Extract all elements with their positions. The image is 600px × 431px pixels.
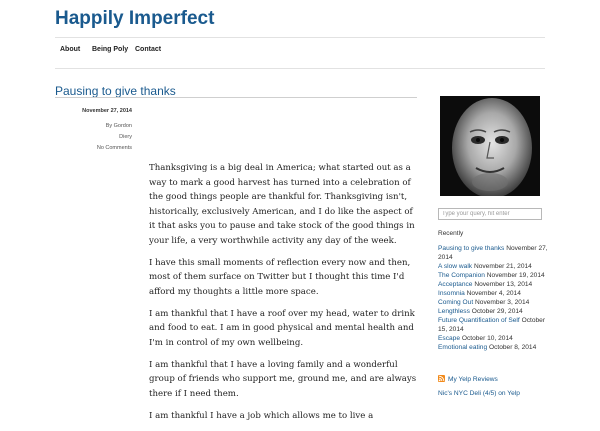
main-nav: About Being Poly Contact	[55, 37, 545, 69]
nav-item-about[interactable]: About	[60, 46, 80, 53]
recent-post-link[interactable]: Acceptance	[438, 281, 472, 288]
recent-post-date: November 13, 2014	[474, 281, 533, 288]
list-item: A slow walk November 21, 2014	[438, 262, 548, 271]
list-item: Coming Out November 3, 2014	[438, 298, 548, 307]
post-paragraph: I am thankful that I have a loving famil…	[149, 359, 417, 399]
recent-post-date: November 21, 2014	[473, 263, 532, 270]
recent-post-link[interactable]: Insomnia	[438, 290, 465, 297]
recent-post-link[interactable]: Coming Out	[438, 299, 473, 306]
post-paragraph: I have this small moments of reflection …	[149, 257, 411, 297]
title-divider	[55, 97, 417, 98]
recent-post-link[interactable]: Future Quantification of Self	[438, 317, 520, 324]
list-item: Lengthless October 29, 2014	[438, 307, 548, 316]
recent-posts-list: Pausing to give thanks November 27, 2014…	[438, 244, 548, 352]
post-date: November 27, 2014	[82, 108, 132, 114]
post-author-line: By Gordon	[106, 123, 132, 129]
recent-post-date: October 8, 2014	[488, 344, 537, 351]
recent-post-link[interactable]: Emotional eating	[438, 344, 487, 351]
list-item: Acceptance November 13, 2014	[438, 280, 548, 289]
rss-glyph	[438, 375, 445, 382]
rss-icon[interactable]	[438, 375, 445, 382]
list-item: Insomnia November 4, 2014	[438, 289, 548, 298]
recent-post-link[interactable]: A slow walk	[438, 263, 472, 270]
post-body: Thanksgiving is a big deal in America; w…	[149, 161, 417, 431]
nav-item-contact[interactable]: Contact	[135, 46, 161, 53]
list-item: Emotional eating October 8, 2014	[438, 343, 548, 352]
author-last-link[interactable]: Diery	[119, 134, 132, 140]
recent-post-link[interactable]: Pausing to give thanks	[438, 245, 504, 252]
recent-post-link[interactable]: The Companion	[438, 272, 485, 279]
post-paragraph: I am thankful I have a job which allows …	[149, 410, 374, 421]
site-title[interactable]: Happily Imperfect	[55, 8, 214, 30]
post-comments: No Comments	[97, 145, 132, 151]
author-first-link[interactable]: Gordon	[114, 123, 132, 129]
avatar	[440, 96, 540, 196]
list-item: The Companion November 19, 2014	[438, 271, 548, 280]
post-title[interactable]: Pausing to give thanks	[55, 84, 176, 98]
post-author-last-line: Diery	[119, 134, 132, 140]
yelp-entry: Nic's NYC Deli (4/5) on Yelp	[438, 390, 520, 397]
recent-post-link[interactable]: Lengthless	[438, 308, 470, 315]
nav-item-being-poly[interactable]: Being Poly	[92, 46, 128, 53]
post-paragraph: I am thankful that I have a roof over my…	[149, 308, 415, 348]
post-paragraph: Thanksgiving is a big deal in America; w…	[149, 163, 415, 246]
comments-link[interactable]: No Comments	[97, 145, 132, 151]
yelp-entry-link[interactable]: Nic's NYC Deli (4/5) on Yelp	[438, 390, 520, 397]
portrait-image	[440, 96, 540, 196]
list-item: Future Quantification of Self October 15…	[438, 316, 548, 334]
list-item: Escape October 10, 2014	[438, 334, 548, 343]
yelp-feed-heading: My Yelp Reviews	[438, 375, 498, 383]
recent-post-date: October 29, 2014	[471, 308, 523, 315]
recent-post-date: November 19, 2014	[486, 272, 545, 279]
author-prefix: By	[105, 123, 113, 129]
yelp-reviews-link[interactable]: My Yelp Reviews	[448, 376, 498, 383]
recent-heading: Recently	[438, 230, 464, 237]
recent-post-date: October 10, 2014	[461, 335, 513, 342]
search-input[interactable]	[438, 208, 542, 220]
list-item: Pausing to give thanks November 27, 2014	[438, 244, 548, 262]
recent-post-date: November 3, 2014	[475, 299, 530, 306]
recent-post-link[interactable]: Escape	[438, 335, 460, 342]
recent-post-date: November 4, 2014	[466, 290, 521, 297]
